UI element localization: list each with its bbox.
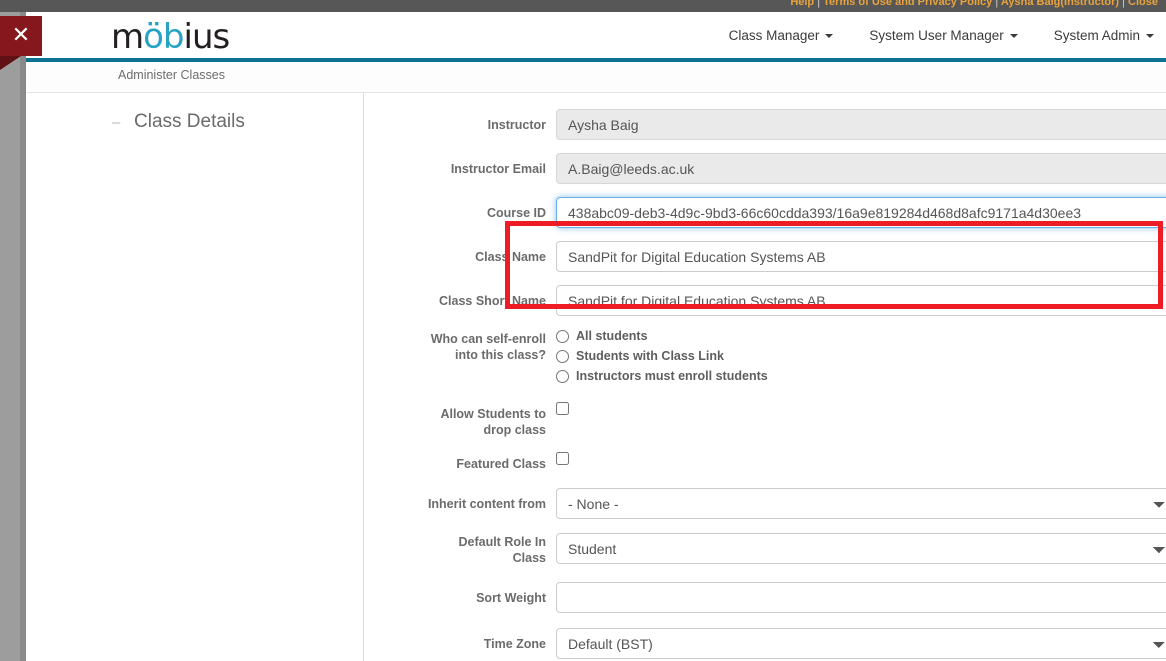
label-allow-drop-line2: drop class (483, 423, 546, 437)
utility-separator-3: | (1122, 0, 1125, 8)
logo-text-post: ius (183, 17, 231, 57)
label-class-short-name: Class Short Name (439, 294, 546, 308)
radio-students-with-class-link-input[interactable] (556, 349, 569, 363)
label-default-role-line1: Default Role In (458, 535, 546, 549)
control-sort-weight (556, 582, 1166, 613)
radio-instructors-must-enroll[interactable]: Instructors must enroll students (556, 369, 768, 383)
sidebar-item-class-details[interactable]: – Class Details (112, 111, 245, 133)
help-link[interactable]: Help (790, 0, 814, 8)
radio-instructors-must-enroll-input[interactable] (556, 369, 569, 383)
label-instructor: Instructor (487, 118, 546, 132)
label-default-role: Default Role In Class (364, 534, 546, 566)
radio-all-students-label: All students (576, 329, 648, 343)
radio-students-with-class-link[interactable]: Students with Class Link (556, 349, 768, 363)
chevron-down-icon (825, 33, 834, 38)
nav-class-manager-label: Class Manager (728, 28, 820, 43)
label-featured-class: Featured Class (456, 457, 546, 471)
logo-text-accent: öb (143, 17, 184, 57)
course-id-input[interactable] (556, 197, 1166, 228)
page-content: – Class Details Instructor Instructor Em… (26, 93, 1166, 661)
label-default-role-line2: Class (512, 551, 546, 565)
close-overlay-button[interactable]: ✕ (0, 16, 42, 56)
class-details-form: Instructor Instructor Email Course ID (364, 93, 1166, 661)
app-header: möbius Class Manager System User Manager… (26, 12, 1166, 58)
class-name-input[interactable] (556, 241, 1166, 272)
radio-all-students-input[interactable] (556, 329, 569, 343)
label-inherit-content: Inherit content from (427, 497, 546, 511)
control-default-role: Student (556, 533, 1166, 564)
control-featured-class (556, 452, 569, 470)
nav-system-admin[interactable]: System Admin (1054, 28, 1154, 43)
label-self-enroll-line2: into this class? (455, 348, 546, 362)
class-short-name-input[interactable] (556, 285, 1166, 316)
time-zone-select[interactable]: Default (BST) (556, 628, 1166, 659)
radio-all-students[interactable]: All students (556, 329, 768, 343)
nav-class-manager[interactable]: Class Manager (729, 28, 834, 43)
chevron-down-icon (1009, 33, 1018, 38)
radio-instructors-must-enroll-label: Instructors must enroll students (576, 369, 768, 383)
control-time-zone: Default (BST) (556, 628, 1166, 659)
close-link[interactable]: Close (1128, 0, 1158, 8)
utility-separator-1: | (817, 0, 821, 8)
chevron-down-icon (1146, 33, 1154, 38)
control-instructor (556, 109, 1166, 140)
label-self-enroll-line1: Who can self-enroll (430, 332, 546, 346)
collapse-toggle-icon[interactable]: – (112, 115, 121, 130)
control-class-short-name (556, 285, 1166, 316)
label-instructor-email: Instructor Email (450, 162, 546, 176)
default-role-select[interactable]: Student (556, 533, 1166, 564)
label-self-enroll: Who can self-enroll into this class? (364, 331, 546, 363)
mobius-logo: möbius (111, 17, 231, 57)
utility-separator-2: | (995, 0, 999, 8)
featured-class-checkbox[interactable] (556, 452, 569, 465)
nav-system-user-manager[interactable]: System User Manager (869, 28, 1018, 43)
logo-text-pre: m (111, 17, 144, 57)
sort-weight-input[interactable] (556, 582, 1166, 613)
control-allow-drop (556, 402, 569, 420)
browser-viewport: Help | Terms of Use and Privacy Policy |… (0, 0, 1166, 661)
breadcrumb: Administer Classes (118, 68, 225, 82)
label-allow-drop-line1: Allow Students to (440, 407, 546, 421)
instructor-input[interactable] (556, 109, 1166, 140)
label-class-name: Class Name (475, 250, 546, 264)
utility-top-bar: Help | Terms of Use and Privacy Policy |… (0, 0, 1166, 12)
control-instructor-email (556, 153, 1166, 184)
utility-links[interactable]: Help | Terms of Use and Privacy Policy |… (0, 0, 1158, 8)
label-sort-weight: Sort Weight (476, 591, 546, 605)
label-time-zone: Time Zone (483, 637, 546, 651)
inherit-content-select[interactable]: - None - (556, 488, 1166, 519)
sidebar: – Class Details (26, 93, 364, 661)
nav-system-user-manager-label: System User Manager (869, 28, 1004, 43)
control-course-id (556, 197, 1166, 228)
control-self-enroll: All students Students with Class Link In… (556, 329, 768, 389)
terms-privacy-link[interactable]: Terms of Use and Privacy Policy (823, 0, 992, 8)
label-allow-drop: Allow Students to drop class (364, 406, 546, 438)
instructor-email-input[interactable] (556, 153, 1166, 184)
nav-system-admin-label: System Admin (1053, 28, 1140, 43)
close-icon: ✕ (11, 23, 31, 48)
control-class-name (556, 241, 1166, 272)
control-inherit-content: - None - (556, 488, 1166, 519)
current-user-link[interactable]: Aysha Baig(Instructor) (1001, 0, 1119, 8)
application-frame: möbius Class Manager System User Manager… (26, 12, 1166, 661)
main-navigation: Class Manager System User Manager System… (729, 28, 1154, 43)
breadcrumb-bar: Administer Classes (26, 62, 1166, 93)
label-course-id: Course ID (486, 206, 546, 220)
sidebar-item-label: Class Details (134, 111, 245, 132)
allow-drop-checkbox[interactable] (556, 402, 569, 415)
radio-students-with-class-link-label: Students with Class Link (576, 349, 724, 363)
close-ribbon-tail (0, 56, 42, 70)
